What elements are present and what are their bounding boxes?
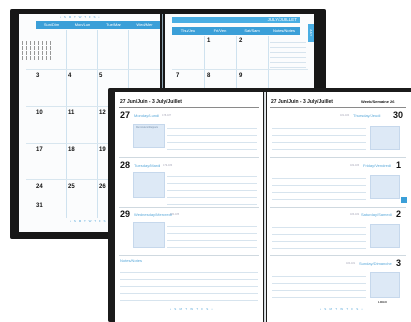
grid-line xyxy=(172,69,308,70)
grid-line xyxy=(97,30,98,218)
grid-line xyxy=(236,36,237,96)
day-divider xyxy=(119,255,259,256)
day-lines-27[interactable] xyxy=(167,122,257,156)
day-sub-2: 183-182 xyxy=(350,213,360,216)
day-divider xyxy=(270,207,406,208)
grid-line xyxy=(26,69,160,70)
front-right-header: 27 Jun/Juin - 3 July/Juillet xyxy=(271,99,333,105)
header-thu: Thu/Jeu xyxy=(180,28,196,33)
back-day-11[interactable]: 11 xyxy=(68,110,74,116)
week-tab-marker[interactable] xyxy=(401,197,407,203)
day-lines-29[interactable] xyxy=(167,220,257,254)
back-day-5[interactable]: 5 xyxy=(99,73,102,79)
day-sub-28: 179-186 xyxy=(163,164,173,167)
day-lines-30[interactable] xyxy=(272,122,366,156)
day-divider xyxy=(119,157,259,158)
back-day-17[interactable]: 17 xyxy=(36,147,43,153)
day-box-29[interactable] xyxy=(133,222,165,248)
day-lines-28[interactable] xyxy=(167,170,257,206)
day-number-28[interactable]: 28 xyxy=(120,160,130,170)
header-wed: Wed/Mer xyxy=(136,22,153,27)
back-day-1[interactable]: 1 xyxy=(207,38,210,44)
header-notes: Notes/Notes xyxy=(272,28,295,33)
day-name-3: Sunday/Dimanche xyxy=(359,261,392,266)
grid-line xyxy=(268,36,269,96)
day-divider xyxy=(270,157,406,158)
day-number-1[interactable]: 1 xyxy=(396,160,401,170)
header-rule xyxy=(119,107,259,108)
day-number-29[interactable]: 29 xyxy=(120,209,130,219)
day-number-3[interactable]: 3 xyxy=(396,258,401,268)
back-day-18[interactable]: 18 xyxy=(68,147,75,153)
day-name-1: Friday/Vendredi xyxy=(363,163,392,168)
back-mini-calendar xyxy=(22,41,52,61)
day-sub-27: 178-187 xyxy=(162,114,172,117)
day-divider xyxy=(270,255,406,256)
day-box-27[interactable]: Reminders/Rappels xyxy=(133,124,165,148)
back-right-header: Thu/Jeu Fri/Ven Sat/Sam Notes/Notes xyxy=(172,27,300,35)
back-day-3[interactable]: 3 xyxy=(36,73,39,79)
day-box-30[interactable] xyxy=(370,126,400,150)
back-notes-lines xyxy=(270,38,306,68)
front-left-footer: • S M T W T F S • xyxy=(170,307,214,311)
day-box-2[interactable] xyxy=(370,224,400,248)
day-number-30[interactable]: 30 xyxy=(393,110,403,120)
back-day-2[interactable]: 2 xyxy=(239,38,242,44)
day-name-29: Wednesday/Mercredi xyxy=(134,212,172,217)
back-left-header: Sun/Dim Mon/Lun Tue/Mar Wed/Mer xyxy=(36,21,160,29)
header-tue: Tue/Mar xyxy=(106,22,121,27)
day-sub-30: 181-184 xyxy=(340,114,350,117)
day-number-27[interactable]: 27 xyxy=(120,110,130,120)
back-day-12[interactable]: 12 xyxy=(99,110,106,116)
back-left-top-dots: • S M T W T F S • xyxy=(60,15,101,19)
front-left-header: 27 Jun/Juin - 3 July/Juillet xyxy=(120,99,182,105)
header-sun: Sun/Dim xyxy=(43,22,60,27)
back-month-tab[interactable]: JULY xyxy=(308,24,314,42)
back-day-8[interactable]: 8 xyxy=(207,73,210,79)
back-left-footer-dots: • S M T W T F S • xyxy=(70,219,111,223)
header-fri: Fri/Ven xyxy=(213,28,227,33)
day-name-2: Saturday/Samedi xyxy=(361,212,392,217)
back-day-19[interactable]: 19 xyxy=(99,147,106,153)
header-mon: Mon/Lun xyxy=(74,22,91,27)
back-day-7[interactable]: 7 xyxy=(176,73,179,79)
day-sub-1: 182-183 xyxy=(350,164,360,167)
day-name-27: Monday/Lundi xyxy=(134,113,160,118)
grid-line xyxy=(204,36,205,96)
notes-label: Notes/Notes xyxy=(120,258,143,263)
notes-lines[interactable] xyxy=(120,266,258,302)
back-day-26[interactable]: 26 xyxy=(99,184,106,190)
day-lines-2[interactable] xyxy=(272,221,366,251)
day-name-30: Thursday/Jeudi xyxy=(353,113,381,118)
day-number-2[interactable]: 2 xyxy=(396,209,401,219)
back-day-10[interactable]: 10 xyxy=(36,110,43,116)
back-day-25[interactable]: 25 xyxy=(68,184,75,190)
back-day-24[interactable]: 24 xyxy=(36,184,43,190)
front-gutter xyxy=(264,92,266,322)
back-day-31[interactable]: 31 xyxy=(36,203,43,209)
week-label: Week/Semaine 26 xyxy=(361,99,395,104)
back-month-title: JULY/JUILLET xyxy=(172,17,300,23)
box-label: Reminders/Rappels xyxy=(136,126,158,129)
day-sub-29: 180-185 xyxy=(170,213,180,216)
day-box-3[interactable] xyxy=(370,272,400,298)
back-day-9[interactable]: 9 xyxy=(239,73,242,79)
brand-logo: LOGO xyxy=(378,300,387,304)
header-rule xyxy=(270,107,406,108)
grid-line xyxy=(66,30,67,218)
header-sat: Sat/Sam xyxy=(244,28,260,33)
day-lines-3[interactable] xyxy=(272,270,366,300)
day-sub-3: 184-181 xyxy=(346,262,356,265)
day-divider xyxy=(119,207,259,208)
day-name-28: Tuesday/Mardi xyxy=(134,163,161,168)
back-day-4[interactable]: 4 xyxy=(68,73,71,79)
front-right-footer: • S M T W T F S • xyxy=(320,307,364,311)
day-lines-1[interactable] xyxy=(272,172,366,206)
day-box-1[interactable] xyxy=(370,175,400,199)
day-box-28[interactable] xyxy=(133,172,165,198)
